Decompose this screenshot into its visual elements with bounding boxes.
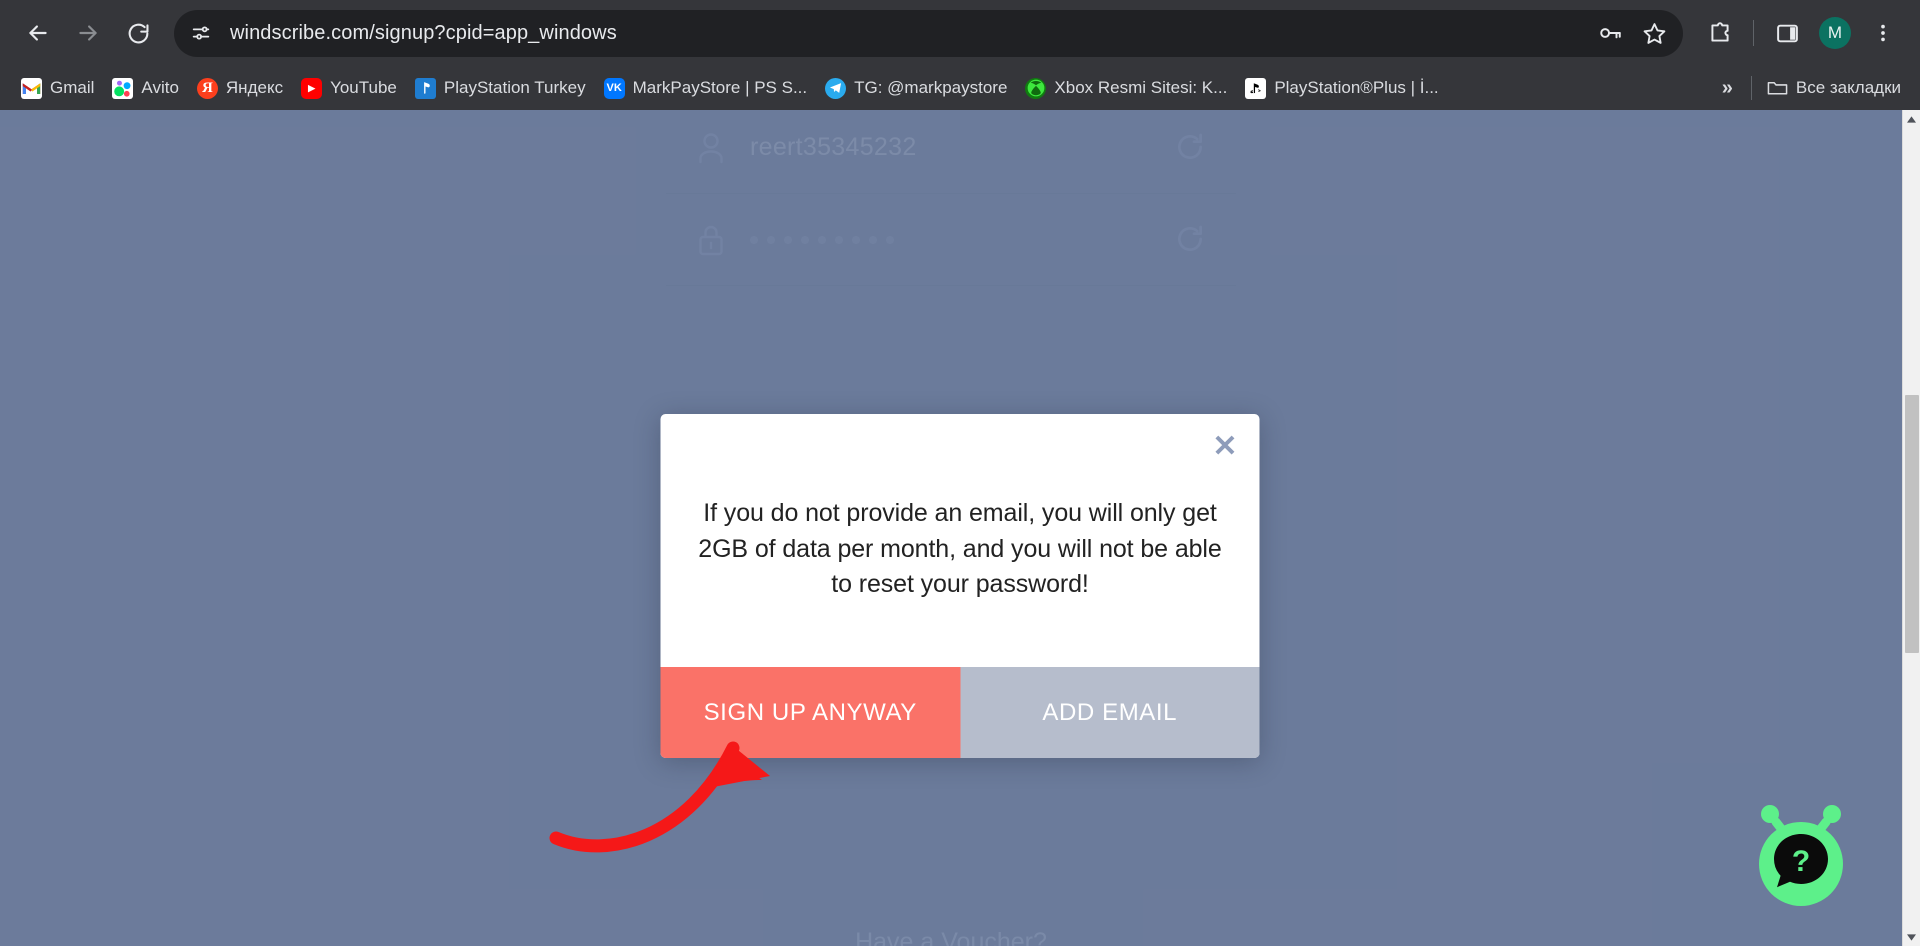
address-bar[interactable]: windscribe.com/signup?cpid=app_windows	[174, 9, 1683, 57]
reload-button[interactable]	[114, 9, 162, 57]
email-warning-modal: ✕ If you do not provide an email, you wi…	[660, 414, 1260, 758]
browser-window: windscribe.com/signup?cpid=app_windows M…	[0, 0, 1920, 946]
svg-text:?: ?	[1792, 845, 1810, 878]
bookmark-label: PlayStation Turkey	[443, 78, 586, 97]
modal-message: If you do not provide an email, you will…	[698, 499, 1222, 598]
toolbar-right-actions: M	[1691, 10, 1906, 56]
profile-button[interactable]: M	[1812, 10, 1858, 56]
extensions-puzzle-icon	[1711, 22, 1729, 42]
bookmark-label: Xbox Resmi Sitesi: K...	[1054, 78, 1228, 97]
bookmark-playstation-turkey[interactable]: PlayStation Turkey	[406, 73, 595, 104]
all-bookmarks-label: Все закладки	[1795, 78, 1901, 97]
reload-icon	[128, 23, 149, 43]
chrome-menu-button[interactable]	[1860, 10, 1906, 56]
bookmark-button[interactable]	[1633, 12, 1675, 54]
bookmark-xbox[interactable]: Xbox Resmi Sitesi: K...	[1016, 73, 1236, 104]
bookmark-playstation-plus[interactable]: PlayStation®Plus | İ...	[1236, 73, 1447, 104]
bookmark-label: TG: @markpaystore	[854, 78, 1008, 97]
toolbar-divider	[1753, 20, 1754, 46]
forward-arrow-icon	[79, 25, 97, 41]
yandex-icon: Я	[196, 77, 218, 99]
star-icon	[1643, 22, 1665, 44]
scroll-down-button[interactable]	[1903, 928, 1920, 946]
playstation-plus-icon	[1245, 77, 1267, 99]
back-arrow-icon	[29, 25, 47, 41]
extensions-button[interactable]	[1697, 10, 1743, 56]
bookmark-yandex[interactable]: Я Яндекс	[188, 73, 292, 104]
telegram-icon	[825, 77, 847, 99]
chevron-down-icon	[1907, 933, 1916, 941]
bookmark-avito[interactable]: Avito	[103, 73, 188, 104]
three-dot-menu-icon	[1881, 24, 1885, 42]
page-scrollbar[interactable]	[1902, 110, 1920, 946]
bookmarks-divider	[1750, 76, 1752, 100]
bookmark-youtube[interactable]: ▶ YouTube	[292, 73, 406, 104]
close-icon[interactable]: ✕	[1212, 432, 1237, 462]
scrollbar-thumb[interactable]	[1905, 395, 1919, 653]
youtube-icon: ▶	[301, 77, 323, 99]
bookmark-label: MarkPayStore | PS S...	[632, 78, 808, 97]
xbox-icon	[1025, 77, 1047, 99]
bookmark-label: PlayStation®Plus | İ...	[1274, 78, 1439, 97]
avito-icon	[112, 77, 134, 99]
bookmarks-overflow-button[interactable]: »	[1710, 73, 1745, 104]
scroll-up-button[interactable]	[1903, 110, 1920, 128]
page-viewport: reert35345232	[0, 110, 1920, 946]
all-bookmarks-button[interactable]: Все закладки	[1758, 73, 1910, 104]
bookmark-label: Gmail	[50, 78, 95, 97]
forward-button[interactable]	[64, 9, 112, 57]
bookmark-label: Яндекс	[225, 78, 284, 97]
bookmark-label: YouTube	[330, 78, 397, 97]
site-settings-icon	[192, 26, 210, 40]
bookmark-gmail[interactable]: Gmail	[12, 73, 103, 104]
folder-icon	[1767, 78, 1788, 99]
modal-actions: SIGN UP ANYWAY ADD EMAIL	[660, 667, 1260, 758]
bookmark-markpaystore[interactable]: VK MarkPayStore | PS S...	[595, 73, 816, 104]
bookmark-label: Avito	[141, 78, 179, 97]
bookmark-telegram[interactable]: TG: @markpaystore	[816, 73, 1016, 104]
playstation-icon	[414, 77, 436, 99]
vk-icon: VK	[603, 77, 625, 99]
alien-chat-help-icon: ?	[1759, 805, 1843, 906]
key-icon	[1600, 28, 1621, 39]
bookmarks-bar: Gmail Avito Я Яндекс ▶ YouTube PlayStati…	[0, 66, 1920, 110]
avatar: M	[1819, 17, 1851, 49]
side-panel-icon	[1776, 24, 1798, 42]
url-text[interactable]: windscribe.com/signup?cpid=app_windows	[222, 22, 1589, 45]
browser-toolbar: windscribe.com/signup?cpid=app_windows M	[0, 0, 1920, 66]
site-settings-button[interactable]	[180, 12, 222, 54]
add-email-button[interactable]: ADD EMAIL	[960, 667, 1260, 758]
modal-body: ✕ If you do not provide an email, you wi…	[661, 414, 1260, 667]
gmail-icon	[21, 77, 42, 99]
chat-help-button[interactable]: ?	[1746, 798, 1856, 908]
side-panel-button[interactable]	[1764, 10, 1810, 56]
sign-up-anyway-button[interactable]: SIGN UP ANYWAY	[660, 667, 960, 758]
back-button[interactable]	[14, 9, 62, 57]
chevron-up-icon	[1907, 115, 1916, 123]
password-manager-button[interactable]	[1589, 12, 1631, 54]
